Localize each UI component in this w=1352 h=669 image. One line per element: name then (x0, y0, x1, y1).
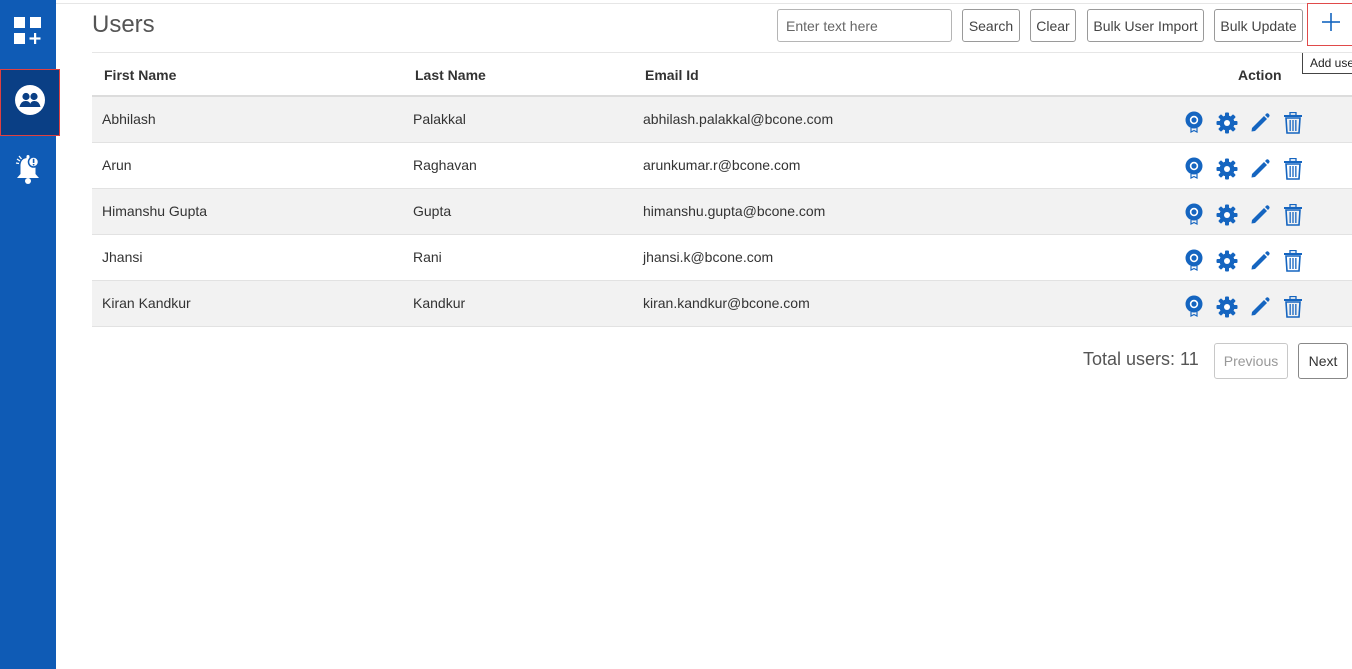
page-title: Users (92, 11, 155, 38)
row-actions (1182, 295, 1304, 319)
cell-first-name: Jhansi (102, 249, 143, 265)
gear-icon[interactable] (1215, 157, 1238, 181)
users-group-icon (14, 84, 46, 121)
table-row: Himanshu Gupta Gupta himanshu.gupta@bcon… (92, 189, 1352, 235)
cell-email: jhansi.k@bcone.com (643, 249, 774, 265)
add-user-button[interactable] (1307, 3, 1352, 46)
cell-last-name: Kandkur (413, 295, 466, 311)
plus-icon (1320, 11, 1342, 38)
total-users-count: Total users: 11 (1083, 349, 1199, 369)
row-actions (1182, 203, 1304, 227)
row-actions (1182, 157, 1304, 181)
pencil-icon[interactable] (1248, 203, 1271, 227)
sidebar-item-users[interactable] (0, 69, 60, 136)
table-row: Arun Raghavan arunkumar.r@bcone.com (92, 143, 1352, 189)
search-button[interactable]: Search (962, 9, 1020, 42)
table-row: Jhansi Rani jhansi.k@bcone.com (92, 235, 1352, 281)
trash-icon[interactable] (1281, 203, 1304, 227)
header-divider (56, 3, 1352, 4)
column-header-first-name[interactable]: First Name (104, 67, 176, 83)
badge-icon[interactable] (1182, 157, 1205, 181)
cell-email: arunkumar.r@bcone.com (643, 157, 801, 173)
cell-email: kiran.kandkur@bcone.com (643, 295, 810, 311)
sidebar-item-alerts[interactable] (0, 148, 56, 194)
trash-icon[interactable] (1281, 111, 1304, 135)
cell-first-name: Himanshu Gupta (102, 203, 208, 219)
gear-icon[interactable] (1215, 111, 1238, 135)
cell-last-name: Raghavan (413, 157, 477, 173)
sidebar (0, 0, 60, 669)
cell-first-name: Kiran Kandkur (102, 295, 191, 311)
table-row: Kiran Kandkur Kandkur kiran.kandkur@bcon… (92, 281, 1352, 327)
alert-bell-icon (13, 152, 43, 191)
cell-email: abhilash.palakkal@bcone.com (643, 111, 834, 127)
clear-button[interactable]: Clear (1030, 9, 1076, 42)
table-header: First Name Last Name Email Id Action (92, 52, 1352, 97)
trash-icon[interactable] (1281, 157, 1304, 181)
badge-icon[interactable] (1182, 203, 1205, 227)
pencil-icon[interactable] (1248, 157, 1271, 181)
column-header-email[interactable]: Email Id (645, 67, 699, 83)
row-actions (1182, 249, 1304, 273)
cell-first-name: Abhilash (102, 111, 156, 127)
column-header-last-name[interactable]: Last Name (415, 67, 486, 83)
gear-icon[interactable] (1215, 203, 1238, 227)
gear-icon[interactable] (1215, 249, 1238, 273)
gear-icon[interactable] (1215, 295, 1238, 319)
bulk-user-import-button[interactable]: Bulk User Import (1087, 9, 1204, 42)
table-row: Abhilash Palakkal abhilash.palakkal@bcon… (92, 97, 1352, 143)
apps-add-icon (13, 16, 43, 51)
trash-icon[interactable] (1281, 295, 1304, 319)
pencil-icon[interactable] (1248, 295, 1271, 319)
column-header-action: Action (1238, 67, 1282, 83)
cell-email: himanshu.gupta@bcone.com (643, 203, 826, 219)
previous-page-button[interactable]: Previous (1214, 343, 1288, 379)
next-page-button[interactable]: Next (1298, 343, 1348, 379)
trash-icon[interactable] (1281, 249, 1304, 273)
sidebar-item-dashboard[interactable] (0, 8, 56, 58)
badge-icon[interactable] (1182, 111, 1205, 135)
cell-first-name: Arun (102, 157, 132, 173)
search-input[interactable] (777, 9, 952, 42)
badge-icon[interactable] (1182, 295, 1205, 319)
bulk-update-button[interactable]: Bulk Update (1214, 9, 1303, 42)
users-table: First Name Last Name Email Id Action Abh… (92, 52, 1352, 327)
table-body: Abhilash Palakkal abhilash.palakkal@bcon… (92, 97, 1352, 327)
pencil-icon[interactable] (1248, 249, 1271, 273)
pencil-icon[interactable] (1248, 111, 1271, 135)
cell-last-name: Palakkal (413, 111, 466, 127)
badge-icon[interactable] (1182, 249, 1205, 273)
row-actions (1182, 111, 1304, 135)
cell-last-name: Gupta (413, 203, 452, 219)
cell-last-name: Rani (413, 249, 442, 265)
